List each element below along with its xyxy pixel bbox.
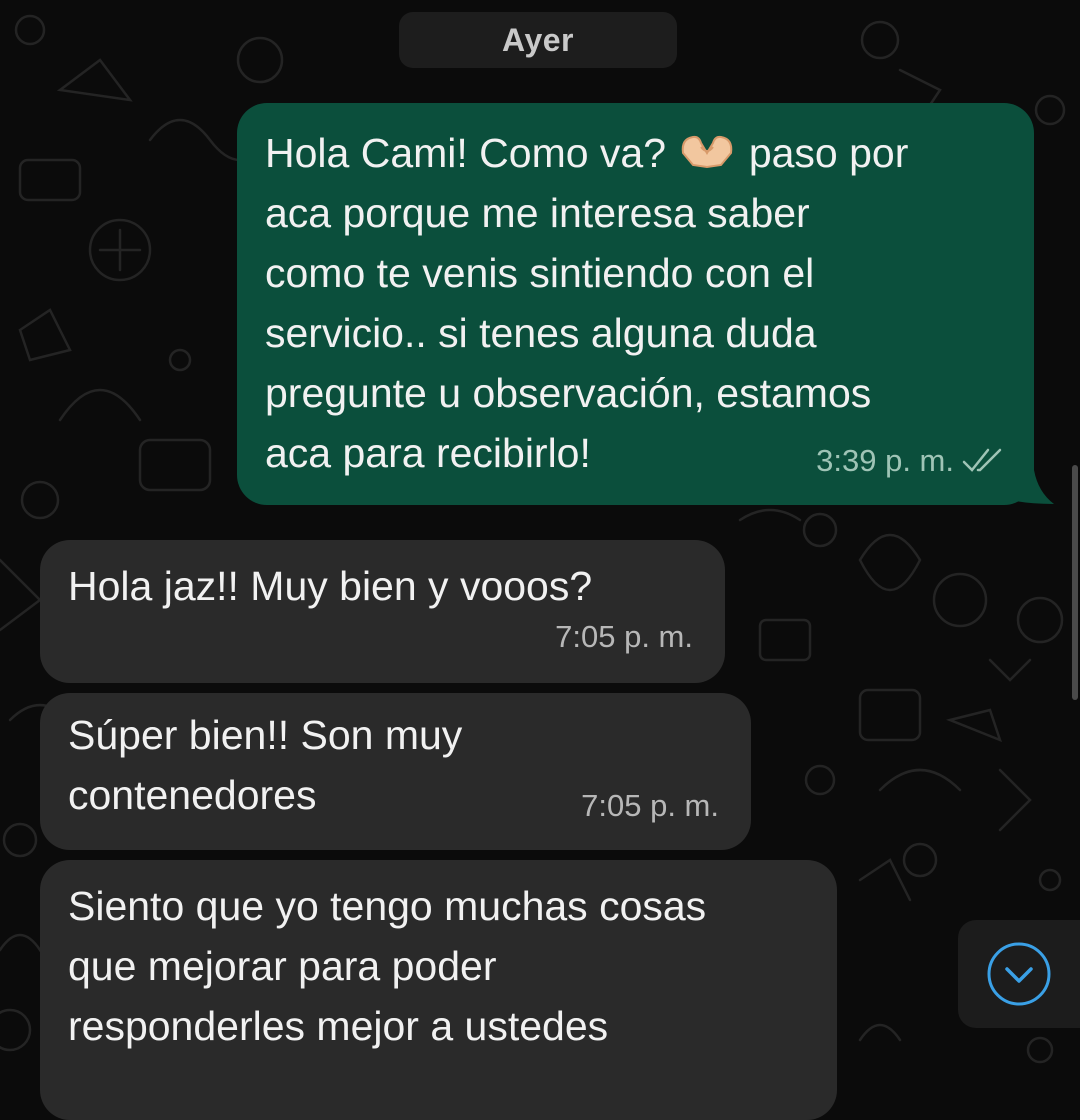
outgoing-message[interactable]: Hola Cami! Como va? paso por aca porque … <box>237 103 1034 505</box>
date-separator: Ayer <box>399 12 677 68</box>
message-meta: 7:05 p. m. <box>555 607 693 667</box>
message-text: Siento que yo tengo muchas cosas que mej… <box>68 883 707 1049</box>
message-meta: 3:39 p. m. <box>816 431 1004 491</box>
message-text: Hola jaz!! Muy bien y vooos? <box>68 563 593 609</box>
chevron-down-icon <box>987 942 1051 1006</box>
incoming-message[interactable]: Siento que yo tengo muchas cosas que mej… <box>40 860 837 1120</box>
hands-heart-emoji <box>682 135 733 169</box>
double-check-icon <box>962 448 1002 472</box>
message-text: Súper bien!! Son muy contenedores <box>68 712 463 818</box>
message-meta: 7:05 p. m. <box>581 776 719 836</box>
message-time: 3:39 p. m. <box>816 443 954 478</box>
scrollbar[interactable] <box>1072 465 1078 700</box>
message-time: 7:05 p. m. <box>581 788 719 823</box>
message-time: 7:05 p. m. <box>555 619 693 654</box>
outgoing-bubble-tail <box>1010 470 1054 504</box>
scroll-to-bottom-button[interactable] <box>958 920 1080 1028</box>
incoming-message[interactable]: Hola jaz!! Muy bien y vooos? 7:05 p. m. <box>40 540 725 683</box>
incoming-message[interactable]: Súper bien!! Son muy contenedores 7:05 p… <box>40 693 751 850</box>
message-text: Hola Cami! Como va? paso por aca porque … <box>265 130 909 476</box>
